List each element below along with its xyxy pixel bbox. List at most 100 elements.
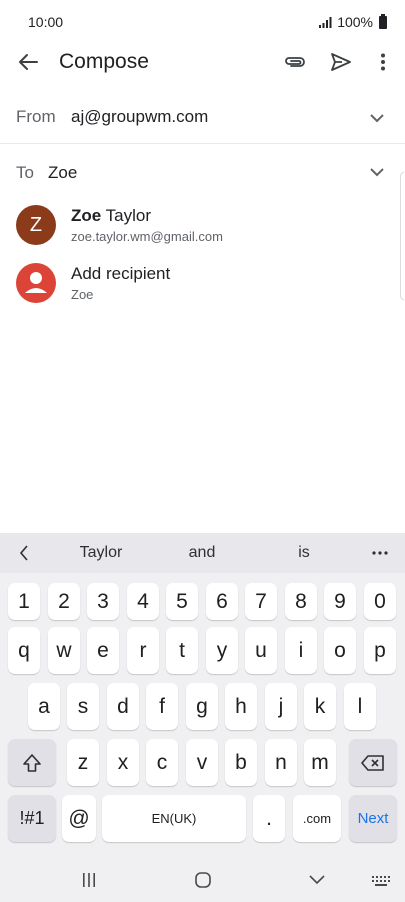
more-horiz-icon [372, 551, 388, 555]
key[interactable]: p [364, 627, 396, 674]
shift-icon [23, 753, 41, 772]
key[interactable]: o [324, 627, 356, 674]
period-key[interactable]: . [253, 795, 285, 842]
shift-key[interactable] [8, 739, 56, 786]
key[interactable]: 7 [245, 583, 277, 620]
key[interactable]: n [265, 739, 297, 786]
backspace-key[interactable] [349, 739, 397, 786]
space-key[interactable]: EN(UK) [102, 795, 246, 842]
keyboard: Taylor and is 1 2 3 4 5 6 7 8 9 0 q w e … [0, 533, 405, 902]
hide-keyboard-button[interactable] [302, 868, 332, 892]
key[interactable]: e [87, 627, 119, 674]
paperclip-icon [285, 57, 305, 67]
key[interactable]: l [344, 683, 376, 730]
key[interactable]: a [28, 683, 60, 730]
key[interactable]: 8 [285, 583, 317, 620]
signal-icon [319, 16, 332, 28]
word-suggestion[interactable]: Taylor [61, 544, 141, 562]
chevron-down-icon [309, 875, 325, 885]
navigation-bar [0, 858, 405, 902]
back-button[interactable] [12, 48, 44, 76]
backspace-icon [361, 754, 384, 771]
app-bar: Compose [0, 38, 405, 86]
keyboard-icon [372, 876, 390, 886]
chevron-down-icon [370, 167, 384, 176]
dotcom-key[interactable]: .com [293, 795, 341, 842]
send-icon [331, 53, 351, 71]
key[interactable]: h [225, 683, 257, 730]
add-recipient-label: Add recipient [71, 264, 171, 283]
add-recipient-suggestion[interactable]: Add recipient Zoe [0, 256, 395, 312]
avatar-letter: Z [29, 213, 43, 236]
key[interactable]: i [285, 627, 317, 674]
key[interactable]: k [304, 683, 336, 730]
key[interactable]: m [304, 739, 336, 786]
scrollbar[interactable] [400, 172, 404, 300]
key[interactable]: w [48, 627, 80, 674]
recents-icon [83, 873, 95, 887]
key[interactable]: 0 [364, 583, 396, 620]
to-expand-button[interactable] [366, 162, 388, 182]
more-options-button[interactable] [370, 48, 396, 76]
from-row[interactable]: From aj@groupwm.com [0, 92, 405, 144]
key[interactable]: x [107, 739, 139, 786]
at-key[interactable]: @ [62, 795, 96, 842]
battery-icon [379, 13, 387, 29]
more-vert-icon [381, 53, 385, 71]
from-label: From [16, 107, 56, 126]
key[interactable]: d [107, 683, 139, 730]
battery-percent: 100% [337, 14, 373, 30]
avatar: Z [16, 205, 56, 245]
key[interactable]: v [186, 739, 218, 786]
recents-button[interactable] [74, 868, 104, 892]
key[interactable]: y [206, 627, 238, 674]
key[interactable]: f [146, 683, 178, 730]
from-expand-button[interactable] [366, 108, 388, 128]
key[interactable]: 5 [166, 583, 198, 620]
key[interactable]: c [146, 739, 178, 786]
word-suggestion[interactable]: is [264, 544, 344, 562]
key[interactable]: b [225, 739, 257, 786]
status-time: 10:00 [28, 14, 64, 30]
to-row[interactable]: To Zoe [0, 150, 405, 196]
add-recipient-query: Zoe [71, 287, 94, 302]
key[interactable]: g [186, 683, 218, 730]
page-title: Compose [59, 50, 149, 73]
from-address[interactable]: aj@groupwm.com [71, 107, 208, 127]
key[interactable]: u [245, 627, 277, 674]
contact-suggestion[interactable]: Z Zoe Taylor zoe.taylor.wm@gmail.com [0, 198, 395, 254]
home-icon [195, 872, 211, 888]
chevron-left-icon [19, 545, 28, 561]
word-suggestion[interactable]: and [162, 544, 242, 562]
contact-name-rest: Taylor [101, 206, 151, 225]
home-button[interactable] [188, 868, 218, 892]
to-label: To [16, 163, 34, 182]
attach-button[interactable] [280, 48, 310, 76]
strip-more-button[interactable] [366, 542, 394, 564]
key[interactable]: 4 [127, 583, 159, 620]
status-indicators: 100% [319, 13, 387, 30]
key[interactable]: j [265, 683, 297, 730]
contact-name-match: Zoe [71, 206, 102, 225]
send-button[interactable] [326, 48, 356, 76]
key[interactable]: 6 [206, 583, 238, 620]
to-input[interactable]: Zoe [48, 163, 77, 183]
key[interactable]: q [8, 627, 40, 674]
contact-name: Zoe Taylor [71, 206, 151, 226]
symbols-key[interactable]: !#1 [8, 795, 56, 842]
key[interactable]: 9 [324, 583, 356, 620]
keyboard-switch-button[interactable] [366, 868, 396, 892]
key[interactable]: t [166, 627, 198, 674]
key[interactable]: s [67, 683, 99, 730]
arrow-left-icon [19, 54, 38, 70]
key[interactable]: z [67, 739, 99, 786]
key[interactable]: 1 [8, 583, 40, 620]
key[interactable]: 3 [87, 583, 119, 620]
key[interactable]: 2 [48, 583, 80, 620]
chevron-down-icon [370, 113, 384, 122]
person-icon [16, 263, 56, 303]
next-key[interactable]: Next [349, 795, 397, 842]
strip-back-button[interactable] [12, 541, 36, 565]
contact-email: zoe.taylor.wm@gmail.com [71, 229, 223, 244]
key[interactable]: r [127, 627, 159, 674]
